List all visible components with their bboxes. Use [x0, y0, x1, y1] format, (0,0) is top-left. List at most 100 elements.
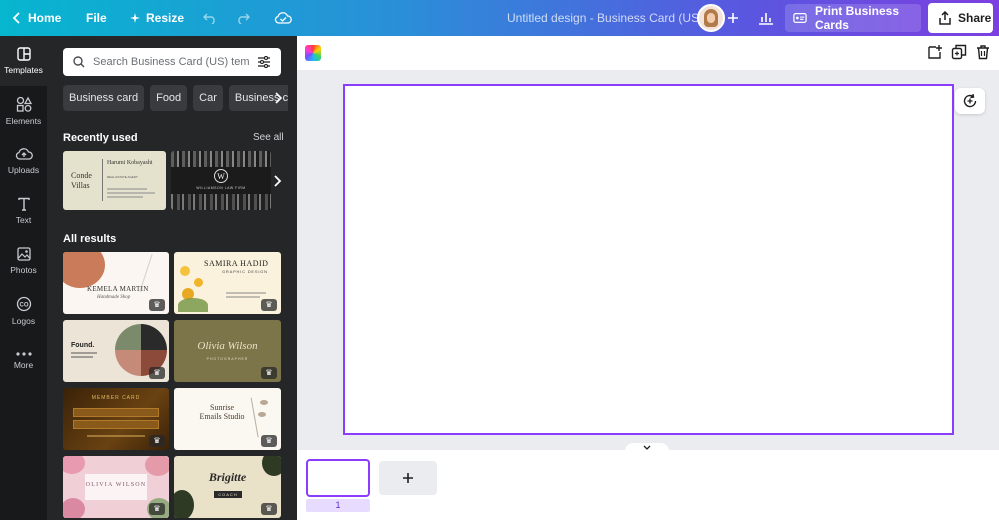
chip-car[interactable]: Car: [193, 85, 223, 111]
result-template-8[interactable]: Brigitte COACH ♛: [174, 456, 281, 518]
add-page-button[interactable]: [379, 461, 437, 495]
page-number: 1: [306, 499, 370, 512]
comment-refresh-icon: [963, 93, 977, 108]
add-collaborator-button[interactable]: [727, 0, 739, 36]
result-6-name: Sunrise Emails Studio: [199, 403, 245, 421]
see-all-link[interactable]: See all: [253, 132, 284, 143]
rail-label-text: Text: [15, 215, 32, 225]
recently-used-title: Recently used: [63, 132, 138, 144]
more-icon: [15, 352, 32, 356]
comment-button[interactable]: [955, 88, 985, 114]
color-picker-icon[interactable]: [305, 45, 321, 61]
print-label: Print Business Cards: [814, 4, 899, 32]
result-3-name: Found.: [71, 342, 95, 349]
crown-icon: ♛: [261, 299, 277, 311]
result-2-subtitle: GRAPHIC DESIGN: [222, 269, 268, 274]
result-template-5[interactable]: MEMBER CARD ♛: [63, 388, 169, 450]
rail-label-logos: Logos: [11, 316, 36, 326]
rail-item-logos[interactable]: CO Logos: [0, 286, 47, 336]
top-bar: Home File Resize Untitled design - Busin…: [0, 0, 999, 36]
recent-2-logo: W: [214, 169, 228, 183]
rail-label-uploads: Uploads: [7, 165, 40, 175]
templates-panel: Business card Food Car Business c Recent…: [47, 36, 297, 520]
crown-icon: ♛: [149, 299, 165, 311]
bar-chart-icon: [759, 13, 773, 25]
all-results-title: All results: [63, 233, 117, 245]
page-thumbnail[interactable]: [306, 459, 370, 497]
recent-1-name: Conde Villas: [71, 171, 92, 190]
recent-template-2[interactable]: W WILLIAMSON LAW FIRM: [171, 151, 271, 210]
rail-item-uploads[interactable]: Uploads: [0, 136, 47, 186]
file-menu[interactable]: File: [86, 0, 107, 36]
result-template-7[interactable]: OLIVIA WILSON ♛: [63, 456, 169, 518]
rail-item-more[interactable]: More: [0, 336, 47, 386]
recent-1-role: REAL ESTATE AGENT: [107, 175, 138, 179]
result-template-6[interactable]: Sunrise Emails Studio ♛: [174, 388, 281, 450]
recent-next-icon[interactable]: [269, 173, 285, 189]
crown-icon: ♛: [149, 435, 165, 447]
result-5-name: MEMBER CARD: [91, 395, 141, 401]
elements-icon: [16, 96, 32, 112]
crown-icon: ♛: [149, 367, 165, 379]
rail-item-photos[interactable]: Photos: [0, 236, 47, 286]
result-template-2[interactable]: SAMIRA HADID GRAPHIC DESIGN ♛: [174, 252, 281, 314]
chevron-down-icon: [643, 445, 651, 450]
resize-button[interactable]: Resize: [130, 0, 184, 36]
chip-business-card[interactable]: Business card: [63, 85, 145, 111]
home-label: Home: [28, 11, 62, 25]
result-template-3[interactable]: Found. ♛: [63, 320, 169, 382]
plus-icon: [728, 13, 738, 23]
result-template-1[interactable]: KEMELA MARTIN Handmade Shop ♛: [63, 252, 169, 314]
cloud-save-button[interactable]: [274, 0, 292, 36]
template-search[interactable]: [63, 48, 281, 76]
rail-label-templates: Templates: [4, 65, 43, 75]
document-title[interactable]: Untitled design - Business Card (US): [507, 0, 703, 36]
share-icon: [939, 11, 951, 25]
undo-icon: [203, 13, 215, 24]
recent-2-subtitle: WILLIAMSON LAW FIRM: [196, 186, 246, 190]
text-icon: [17, 197, 30, 211]
toggle-pages-button[interactable]: [625, 443, 669, 455]
result-1-name: KEMELA MARTIN: [87, 285, 149, 293]
rail-item-text[interactable]: Text: [0, 186, 47, 236]
rail-label-elements: Elements: [5, 116, 42, 126]
undo-button[interactable]: [203, 0, 217, 36]
redo-icon: [238, 13, 250, 24]
print-business-cards-button[interactable]: Print Business Cards: [785, 4, 921, 32]
result-1-subtitle: Handmade Shop: [97, 295, 131, 300]
result-4-name: Olivia Wilson: [197, 340, 258, 352]
insights-button[interactable]: [758, 0, 774, 36]
avatar[interactable]: [697, 4, 725, 32]
result-4-subtitle: PHOTOGRAPHER: [206, 357, 249, 361]
design-page[interactable]: [343, 84, 954, 435]
resize-label: Resize: [146, 11, 185, 25]
recent-1-person: Harumi Kobayashi: [107, 160, 153, 166]
result-8-subtitle: COACH: [214, 491, 242, 498]
result-7-name: OLIVIA WILSON: [85, 482, 147, 488]
crown-icon: ♛: [261, 435, 277, 447]
search-input[interactable]: [93, 56, 249, 68]
delete-page-icon[interactable]: [975, 44, 991, 60]
crown-icon: ♛: [261, 367, 277, 379]
redo-button[interactable]: [236, 0, 250, 36]
chip-food[interactable]: Food: [150, 85, 188, 111]
logos-icon: CO: [16, 296, 31, 312]
recent-template-1[interactable]: Conde Villas Harumi Kobayashi REAL ESTAT…: [63, 151, 166, 210]
share-button[interactable]: Share: [928, 3, 993, 33]
home-button[interactable]: Home: [12, 0, 61, 36]
result-2-name: SAMIRA HADID: [204, 259, 269, 268]
side-rail: Templates Elements Uploads Text Photos C…: [0, 36, 47, 520]
crown-icon: ♛: [149, 503, 165, 515]
duplicate-page-icon[interactable]: [951, 44, 967, 60]
rail-label-more: More: [13, 360, 34, 370]
result-template-4[interactable]: Olivia Wilson PHOTOGRAPHER ♛: [174, 320, 281, 382]
rail-item-templates[interactable]: Templates: [0, 36, 47, 86]
chevron-right-icon[interactable]: [273, 92, 283, 104]
canvas-toolbar: [297, 36, 999, 70]
chevron-left-icon: [12, 12, 20, 24]
rail-item-elements[interactable]: Elements: [0, 86, 47, 136]
svg-text:CO: CO: [19, 303, 28, 309]
add-page-icon[interactable]: [927, 44, 943, 60]
filter-icon[interactable]: [257, 56, 271, 68]
uploads-icon: [15, 148, 33, 160]
